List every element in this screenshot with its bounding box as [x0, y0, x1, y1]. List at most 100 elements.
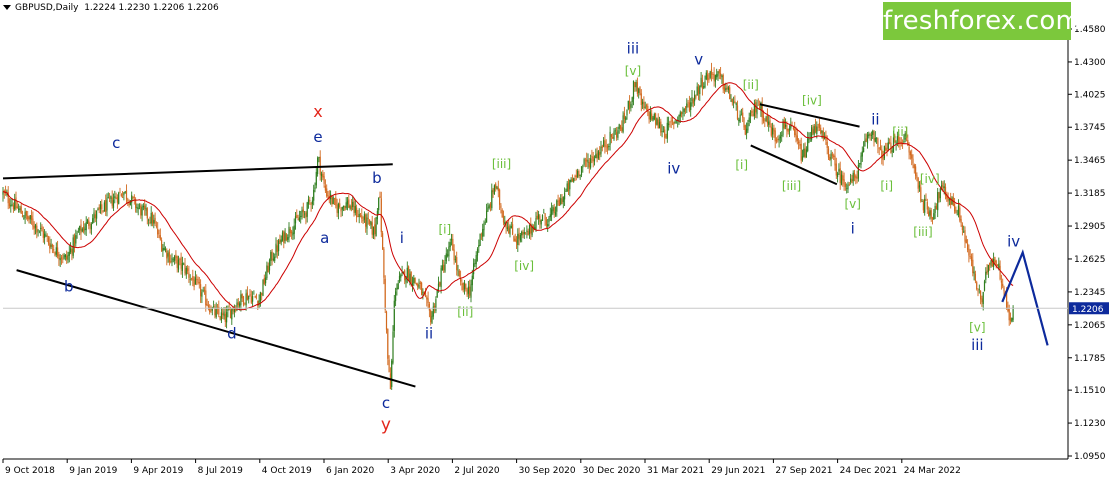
candle-body: [933, 213, 935, 220]
candle-body: [94, 214, 96, 219]
candle-body: [414, 277, 416, 283]
candle-body: [733, 102, 735, 103]
candle-body: [279, 239, 281, 244]
candle-body: [500, 205, 502, 209]
candle-body: [190, 277, 193, 279]
candle-body: [844, 183, 846, 187]
candle-body: [309, 200, 311, 202]
symbol-info-bar: GBPUSD,Daily 1.2224 1.2230 1.2206 1.2206: [3, 3, 219, 13]
candle-body: [553, 207, 555, 213]
candle-body: [653, 113, 655, 120]
candle-body: [427, 298, 429, 304]
candle-body: [716, 74, 718, 78]
candle-body: [122, 196, 124, 198]
candle-body: [278, 240, 280, 252]
candle-body: [757, 105, 759, 106]
candle-body: [29, 215, 31, 220]
candle-body: [89, 226, 91, 228]
candle-body: [348, 199, 350, 208]
candle-body: [513, 236, 515, 241]
candle-body: [820, 127, 822, 134]
candle-body: [492, 189, 494, 193]
candle-body: [332, 197, 334, 205]
candle-body: [736, 105, 739, 120]
candle-body: [570, 179, 572, 183]
candle-body: [748, 117, 750, 122]
candle-body: [671, 120, 674, 122]
candle-body: [883, 145, 885, 159]
candle-body: [781, 135, 783, 136]
candle-body: [457, 270, 459, 272]
candle-body: [1000, 280, 1002, 283]
candle-body: [956, 214, 958, 216]
x-tick-label: 9 Oct 2018: [5, 466, 55, 476]
candle-body: [805, 149, 807, 157]
candle-body: [11, 204, 13, 206]
candle-body: [558, 199, 560, 206]
candle-body: [889, 142, 891, 143]
candle-body: [964, 230, 966, 242]
candle-body: [976, 282, 978, 290]
candle-body: [983, 281, 986, 291]
candle-body: [707, 74, 709, 80]
wave-label: [v]: [844, 197, 860, 211]
candle-body: [564, 192, 566, 200]
y-tick-label: 1.2625: [1074, 255, 1106, 265]
candle-body: [116, 197, 118, 203]
candle-body: [408, 266, 410, 281]
candle-body: [630, 103, 632, 108]
candle-body: [586, 159, 588, 162]
candle-body: [770, 126, 772, 136]
candle-body: [63, 254, 65, 259]
candle-body: [336, 205, 338, 213]
candle-body: [176, 256, 178, 268]
candle-body: [125, 190, 128, 200]
candle-body: [970, 256, 973, 262]
candle-body: [21, 215, 24, 218]
candle-body: [731, 98, 733, 103]
candle-body: [725, 88, 727, 91]
candle-body: [543, 212, 545, 214]
candle-body: [590, 158, 592, 168]
candle-body: [51, 244, 53, 247]
candle-body: [752, 113, 754, 117]
candle-body: [699, 85, 701, 95]
candle-body: [177, 259, 180, 270]
candle-body: [522, 231, 524, 235]
candle-body: [690, 102, 692, 110]
x-tick-label: 30 Sep 2020: [519, 466, 576, 476]
candle-body: [692, 99, 694, 104]
candle-body: [220, 312, 222, 321]
candle-body: [431, 315, 433, 324]
candle-body: [114, 196, 116, 198]
wave-label: [ii]: [892, 125, 908, 139]
candle-body: [444, 262, 446, 272]
dropdown-arrow-icon[interactable]: [3, 5, 11, 10]
candle-body: [107, 197, 109, 198]
candle-body: [254, 295, 256, 298]
candle-body: [922, 201, 924, 211]
candle-body: [284, 232, 286, 241]
candle-body: [46, 235, 48, 238]
candle-body: [285, 234, 287, 241]
candle-body: [467, 286, 469, 294]
candle-body: [788, 128, 791, 131]
candle-body: [450, 238, 453, 241]
candle-body: [92, 218, 94, 224]
candle-body: [241, 294, 243, 299]
candle-body: [461, 283, 463, 285]
candle-body: [88, 220, 90, 226]
candle-body: [938, 192, 940, 200]
candle-body: [205, 290, 207, 306]
candle-body: [618, 124, 620, 130]
candle-body: [660, 121, 662, 133]
candle-body: [768, 121, 770, 125]
candle-body: [435, 299, 437, 312]
candle-body: [695, 96, 697, 98]
candle-body: [963, 231, 965, 233]
candle-body: [981, 298, 983, 303]
candle-body: [834, 155, 836, 166]
candle-body: [655, 113, 657, 125]
candle-body: [362, 219, 364, 222]
candle-body: [876, 137, 878, 139]
